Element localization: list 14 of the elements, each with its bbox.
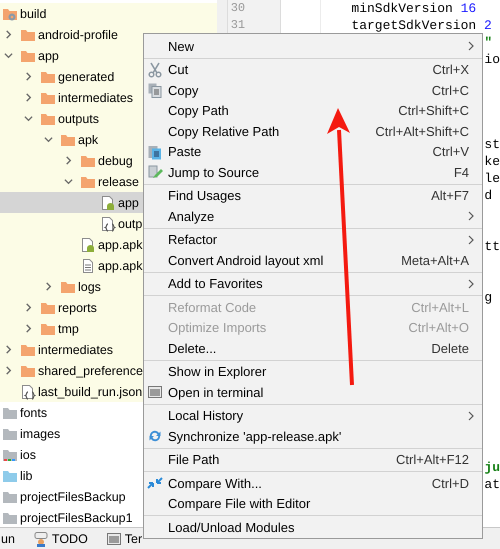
code-line: le <box>484 171 500 186</box>
line-number: 31 <box>230 17 246 34</box>
code-line: io <box>484 52 500 67</box>
code-line: tt <box>484 239 500 254</box>
code-line: d <box>484 188 492 203</box>
code-line: g <box>484 290 492 305</box>
code-line: minSdkVersion 16 <box>351 1 476 16</box>
code-line: ju <box>484 460 500 475</box>
line-number: 30 <box>230 0 246 17</box>
code-line: st <box>484 137 500 152</box>
code-line: targetSdkVersion 2 <box>351 18 492 33</box>
code-line: ke <box>484 154 500 169</box>
code-line: " <box>484 35 492 50</box>
code-line: at <box>484 477 500 492</box>
